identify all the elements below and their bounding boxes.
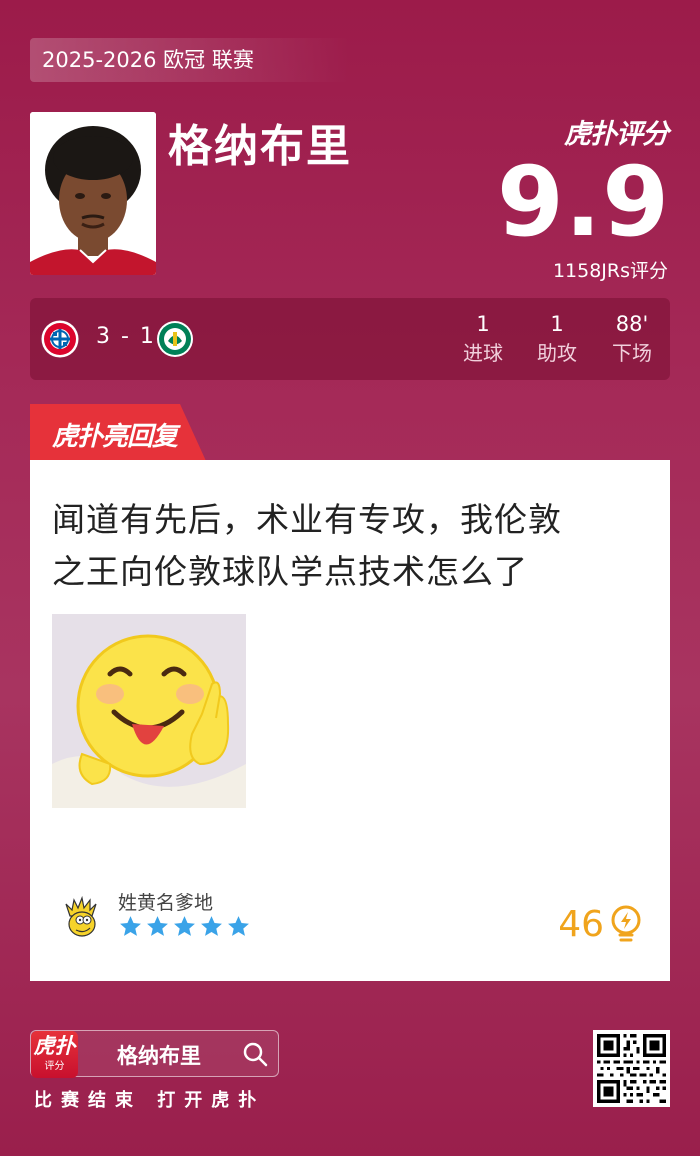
- rating-count: 1158JRs评分: [552, 260, 668, 282]
- stat-substituted-label: 下场: [612, 341, 652, 365]
- user-name[interactable]: 姓黄名爹地: [118, 888, 213, 915]
- qr-code-icon: [597, 1034, 666, 1103]
- stat-assists-label: 助攻: [537, 341, 577, 365]
- star-icon: [228, 916, 249, 936]
- bayern-munich-crest-icon: [41, 320, 79, 358]
- reply-card: 闻道有先后，术业有专攻，我伦敦 之王向伦敦球队学点技术怎么了 姓黄名爹地 46: [30, 460, 670, 981]
- like-button[interactable]: 46: [558, 904, 642, 945]
- reply-comment: 闻道有先后，术业有专攻，我伦敦 之王向伦敦球队学点技术怎么了: [52, 494, 642, 598]
- match-summary: 3 - 1 1 进球 1 助攻 88' 下场: [30, 298, 670, 380]
- star-icon: [120, 916, 141, 936]
- match-score: 3 - 1: [96, 324, 156, 349]
- user-stars: [118, 914, 251, 939]
- footer-caption: 比赛结束 打开虎扑: [34, 1090, 266, 1111]
- stat-goals-label: 进球: [463, 341, 503, 365]
- highlight-reply-label: 虎扑亮回复: [52, 422, 178, 452]
- reply-comment-line: 闻道有先后，术业有专攻，我伦敦: [52, 500, 562, 539]
- stat-goals: 1 进球: [448, 310, 518, 368]
- player-name: 格纳布里: [168, 121, 352, 172]
- stat-goals-value: 1: [476, 312, 490, 336]
- app-icon-caption: 评分: [44, 1061, 65, 1072]
- stat-substituted-value: 88': [615, 312, 649, 336]
- player-score: 9.9: [496, 146, 670, 258]
- hupu-app-icon[interactable]: 虎扑 评分: [31, 1031, 78, 1078]
- lightbulb-icon: [611, 905, 641, 941]
- search-icon[interactable]: [242, 1041, 268, 1067]
- search-player-name: 格纳布里: [117, 1044, 201, 1068]
- app-search-bar[interactable]: 虎扑 评分 格纳布里: [30, 1030, 279, 1078]
- smiley-tongue-thumbs-up-icon: [52, 614, 246, 808]
- league-label: 2025-2026 欧冠 联赛: [30, 38, 350, 82]
- reply-image[interactable]: [52, 614, 246, 808]
- player-photo: [30, 112, 156, 275]
- stat-assists: 1 助攻: [522, 310, 592, 368]
- stat-assists-value: 1: [550, 312, 564, 336]
- star-icon: [174, 916, 195, 936]
- stat-substituted: 88' 下场: [597, 310, 667, 368]
- qr-code: [593, 1030, 670, 1107]
- highlight-reply-tab: 虎扑亮回复: [30, 404, 206, 461]
- star-icon: [147, 916, 168, 936]
- user-avatar-icon[interactable]: [56, 894, 104, 942]
- app-icon-brand: 虎扑: [33, 1034, 76, 1058]
- star-icon: [201, 916, 222, 936]
- player-avatar-image: [30, 112, 156, 275]
- sporting-cp-crest-icon: [157, 321, 193, 357]
- reply-comment-line: 之王向伦敦球队学点技术怎么了: [52, 552, 528, 591]
- like-count: 46: [558, 904, 604, 945]
